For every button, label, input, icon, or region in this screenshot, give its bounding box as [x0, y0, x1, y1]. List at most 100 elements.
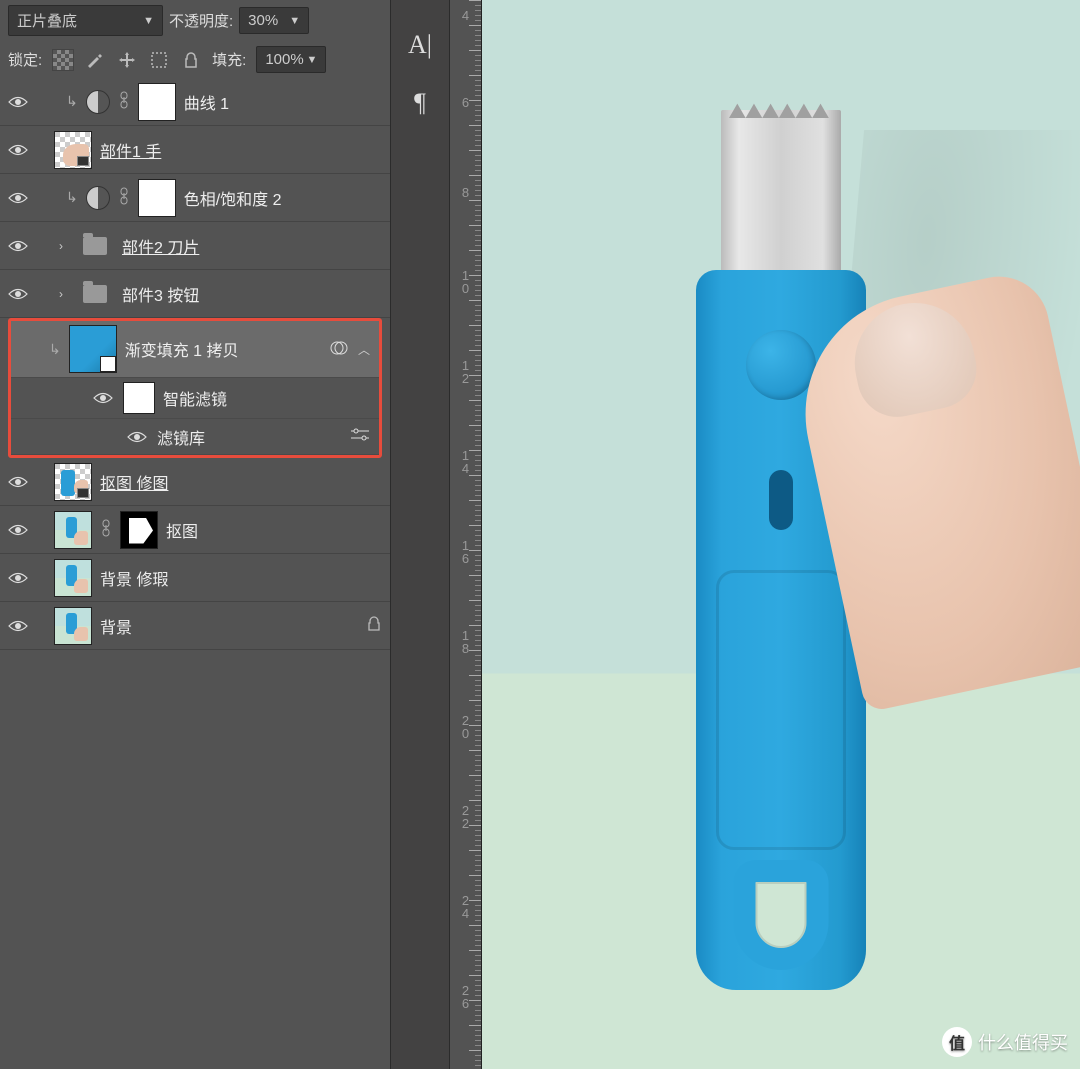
collapse-filters-icon[interactable]: ︿ [357, 341, 371, 358]
visibility-eye-icon[interactable] [6, 475, 30, 489]
layer-name: 背景 修瑕 [100, 566, 382, 590]
link-icon [118, 91, 130, 112]
filter-name: 滤镜库 [157, 425, 341, 449]
layer-name: 渐变填充 1 拷贝 [125, 337, 321, 361]
ruler-tick: 1 0 [450, 275, 481, 289]
chevron-down-icon: ▼ [306, 54, 317, 66]
filter-gallery-row[interactable]: 滤镜库 [11, 419, 379, 455]
visibility-eye-icon[interactable] [6, 95, 30, 109]
layer-options-row: 正片叠底 ▼ 不透明度: 30% ▼ [0, 0, 390, 41]
folder-icon [76, 227, 114, 265]
opacity-label: 不透明度: [169, 10, 233, 31]
document-canvas[interactable]: 值 什么值得买 [482, 0, 1080, 1069]
pilcrow-icon[interactable]: ¶ [414, 88, 426, 118]
layer-row[interactable]: 部件1 手 [0, 126, 390, 174]
opacity-dropdown[interactable]: 30% ▼ [239, 7, 309, 34]
visibility-eye-icon[interactable] [6, 239, 30, 253]
smart-object-badge-icon [77, 156, 89, 166]
clip-indicator-icon: ↳ [66, 93, 78, 110]
smart-object-badge-icon [77, 488, 89, 498]
layer-name: 背景 [100, 614, 358, 638]
filter-mask-thumbnail[interactable] [123, 382, 155, 414]
blend-indicator-icon [329, 338, 349, 361]
highlighted-selection: ↳ 渐变填充 1 拷贝 ︿ 智能滤镜 滤镜 [8, 318, 382, 458]
mask-thumbnail[interactable] [138, 83, 176, 121]
watermark-badge-icon: 值 [942, 1027, 972, 1057]
chevron-down-icon: ▼ [143, 15, 154, 27]
layer-name: 部件3 按钮 [122, 282, 382, 306]
layer-thumbnail[interactable] [54, 511, 92, 549]
visibility-eye-icon[interactable] [6, 523, 30, 537]
layer-thumbnail[interactable] [54, 463, 92, 501]
layer-name: 部件1 手 [100, 138, 382, 162]
visibility-eye-icon[interactable] [6, 287, 30, 301]
clip-indicator-icon: ↳ [49, 341, 61, 358]
ruler-tick: 4 [450, 8, 481, 22]
layer-name: 抠图 修图 [100, 470, 382, 494]
fill-value: 100% [265, 51, 303, 68]
smart-filters-label: 智能滤镜 [163, 386, 371, 410]
ruler-tick: 1 6 [450, 545, 481, 559]
layer-name: 色相/饱和度 2 [184, 186, 382, 210]
layer-row[interactable]: › 部件2 刀片 [0, 222, 390, 270]
link-icon [118, 187, 130, 208]
watermark: 值 什么值得买 [942, 1027, 1068, 1057]
ruler-tick: 2 4 [450, 900, 481, 914]
watermark-text: 什么值得买 [978, 1029, 1068, 1055]
vertical-ruler: 4681 01 21 41 61 82 02 22 42 6 [450, 0, 482, 1069]
visibility-eye-icon[interactable] [6, 619, 30, 633]
folder-icon [76, 275, 114, 313]
mask-thumbnail[interactable] [138, 179, 176, 217]
ruler-tick: 2 0 [450, 720, 481, 734]
lock-move-icon[interactable] [116, 49, 138, 71]
layer-row[interactable]: 抠图 修图 [0, 458, 390, 506]
lock-transparency-icon[interactable] [52, 49, 74, 71]
lock-artboard-icon[interactable] [148, 49, 170, 71]
layer-row-selected[interactable]: ↳ 渐变填充 1 拷贝 ︿ [11, 321, 379, 378]
link-icon [100, 519, 112, 540]
disclosure-triangle-icon[interactable]: › [54, 287, 68, 301]
visibility-eye-icon[interactable] [6, 571, 30, 585]
ruler-tick: 1 8 [450, 635, 481, 649]
chevron-down-icon: ▼ [289, 15, 300, 27]
opacity-value: 30% [248, 12, 278, 29]
visibility-eye-icon[interactable] [6, 143, 30, 157]
fill-label: 填充: [212, 49, 246, 70]
lock-icon [366, 616, 382, 635]
ruler-tick: 2 6 [450, 990, 481, 1004]
layer-name: 抠图 [166, 518, 382, 542]
ruler-tick: 6 [450, 95, 481, 109]
ruler-tick: 8 [450, 185, 481, 199]
visibility-eye-icon[interactable] [91, 391, 115, 405]
layer-row[interactable]: 背景 [0, 602, 390, 650]
adjustment-icon [86, 90, 110, 114]
layer-thumbnail[interactable] [69, 325, 117, 373]
mask-thumbnail[interactable] [120, 511, 158, 549]
filter-options-icon[interactable] [349, 428, 371, 445]
layer-row[interactable]: ↳ 色相/饱和度 2 [0, 174, 390, 222]
layer-row[interactable]: ↳ 曲线 1 [0, 78, 390, 126]
lock-all-icon[interactable] [180, 49, 202, 71]
ruler-tick: 2 2 [450, 810, 481, 824]
layers-list: ↳ 曲线 1 部件1 手 ↳ [0, 78, 390, 1069]
adjustment-icon [86, 186, 110, 210]
ruler-tick: 1 2 [450, 365, 481, 379]
layer-thumbnail[interactable] [54, 559, 92, 597]
fill-dropdown[interactable]: 100% ▼ [256, 46, 326, 73]
smart-filters-row[interactable]: 智能滤镜 [11, 378, 379, 419]
visibility-eye-icon[interactable] [6, 191, 30, 205]
layer-name: 曲线 1 [184, 90, 382, 114]
layer-thumbnail[interactable] [54, 607, 92, 645]
blend-mode-dropdown[interactable]: 正片叠底 ▼ [8, 5, 163, 36]
layer-thumbnail[interactable] [54, 131, 92, 169]
layer-row[interactable]: 抠图 [0, 506, 390, 554]
layer-row[interactable]: 背景 修瑕 [0, 554, 390, 602]
lock-label: 锁定: [8, 49, 42, 70]
disclosure-triangle-icon[interactable]: › [54, 239, 68, 253]
clip-indicator-icon: ↳ [66, 189, 78, 206]
text-cursor-icon[interactable]: A| [408, 30, 432, 60]
lock-row: 锁定: 填充: 100% ▼ [0, 41, 390, 78]
lock-brush-icon[interactable] [84, 49, 106, 71]
visibility-eye-icon[interactable] [125, 430, 149, 444]
layer-row[interactable]: › 部件3 按钮 [0, 270, 390, 318]
